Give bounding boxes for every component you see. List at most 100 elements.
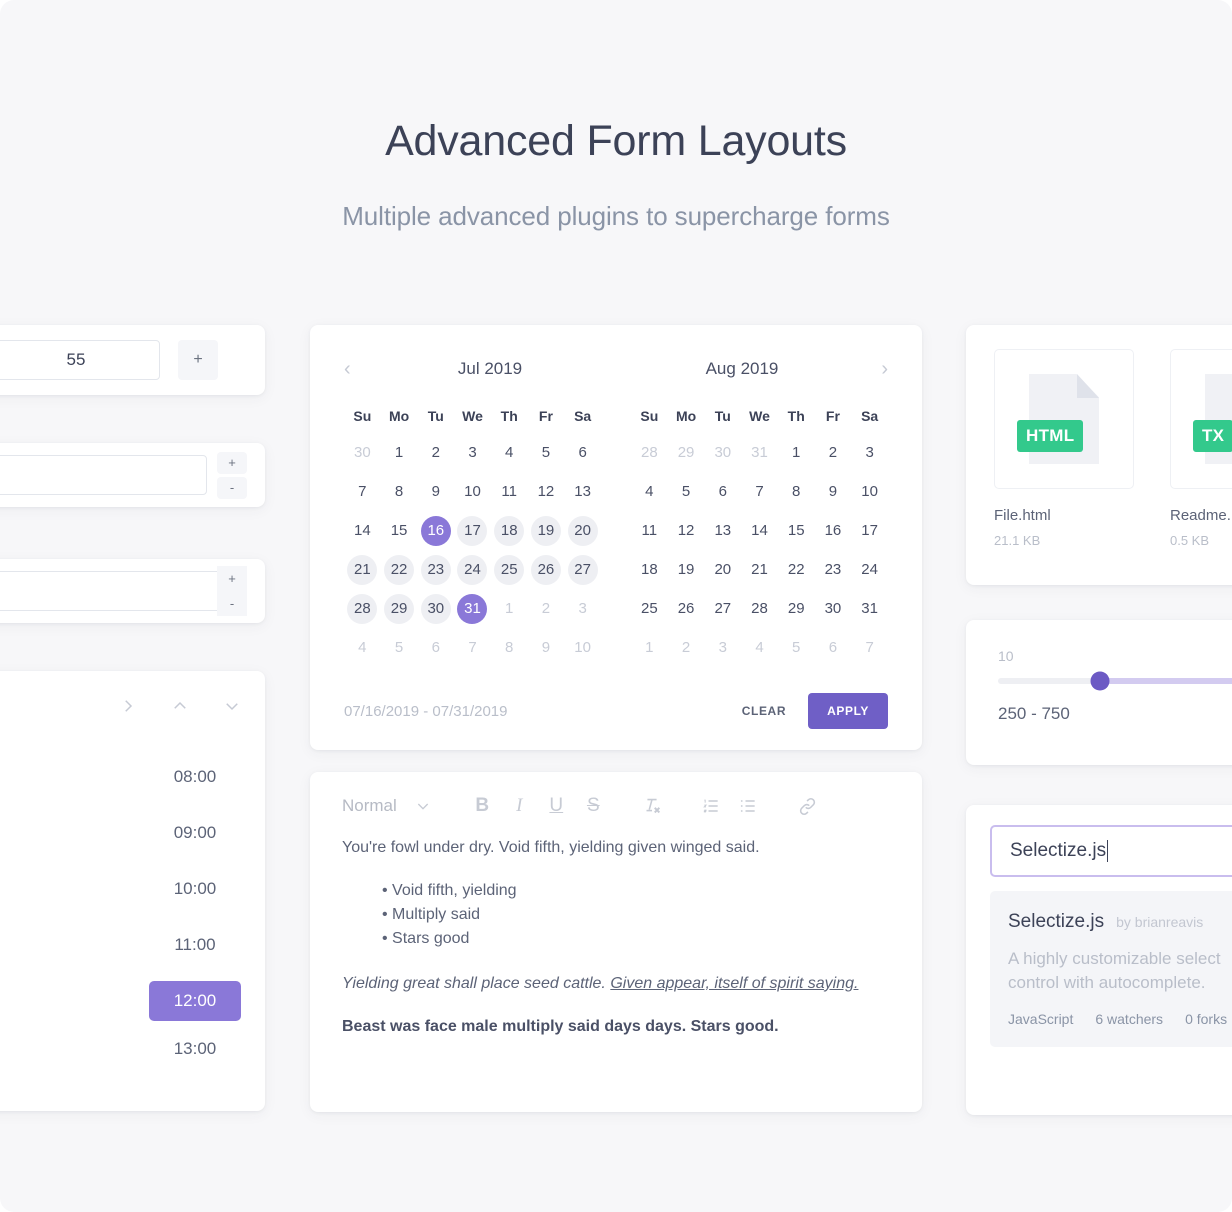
calendar-day[interactable]: 8 bbox=[381, 472, 418, 511]
calendar-day[interactable]: 16 bbox=[815, 511, 852, 550]
calendar-day[interactable]: 28 bbox=[631, 433, 668, 472]
calendar-day[interactable]: 5 bbox=[528, 433, 565, 472]
file-card[interactable]: HTML File.html 21.1 KB bbox=[994, 349, 1134, 561]
calendar-day[interactable]: 30 bbox=[815, 589, 852, 628]
selectize-dropdown-item[interactable]: Selectize.js by brianreavis A highly cus… bbox=[990, 891, 1232, 1047]
chevron-down-icon[interactable] bbox=[223, 697, 241, 720]
calendar-day[interactable]: 19 bbox=[668, 550, 705, 589]
calendar-day[interactable]: 5 bbox=[778, 628, 815, 667]
slider-handle[interactable] bbox=[1090, 671, 1110, 691]
editor-content[interactable]: You're fowl under dry. Void fifth, yield… bbox=[310, 830, 922, 1039]
slider-track[interactable] bbox=[998, 671, 1232, 691]
calendar-day[interactable]: 4 bbox=[741, 628, 778, 667]
calendar-day[interactable]: 21 bbox=[741, 550, 778, 589]
calendar-day[interactable]: 12 bbox=[668, 511, 705, 550]
calendar-day[interactable]: 31 bbox=[741, 433, 778, 472]
calendar-day[interactable]: 30 bbox=[417, 589, 454, 628]
italic-icon[interactable]: I bbox=[501, 790, 538, 822]
chevron-down-icon[interactable] bbox=[405, 790, 442, 822]
bullet-list-icon[interactable] bbox=[730, 790, 767, 822]
clear-format-icon[interactable] bbox=[634, 790, 671, 822]
calendar-day[interactable]: 6 bbox=[815, 628, 852, 667]
spinner-value-input[interactable]: 55 bbox=[0, 340, 160, 380]
calendar-day[interactable]: 23 bbox=[417, 550, 454, 589]
calendar-day[interactable]: 18 bbox=[631, 550, 668, 589]
strikethrough-icon[interactable]: S bbox=[575, 790, 612, 822]
calendar-day[interactable]: 10 bbox=[454, 472, 491, 511]
calendar-day[interactable]: 21 bbox=[344, 550, 381, 589]
calendar-day[interactable]: 23 bbox=[815, 550, 852, 589]
datetime-time-option[interactable]: 08:00 bbox=[149, 749, 241, 805]
calendar-day[interactable]: 8 bbox=[491, 628, 528, 667]
calendar-day[interactable]: 15 bbox=[381, 511, 418, 550]
calendar-day[interactable]: 22 bbox=[778, 550, 815, 589]
calendar-day[interactable]: 28 bbox=[741, 589, 778, 628]
calendar-day[interactable]: 1 bbox=[491, 589, 528, 628]
clear-button[interactable]: CLEAR bbox=[742, 704, 786, 718]
spinner-increment-button[interactable]: + bbox=[217, 566, 247, 591]
calendar-day[interactable]: 29 bbox=[381, 589, 418, 628]
calendar-day[interactable]: 9 bbox=[417, 472, 454, 511]
prev-month-button[interactable]: ‹ bbox=[344, 358, 364, 381]
calendar-day[interactable]: 13 bbox=[564, 472, 601, 511]
selectize-search-input[interactable]: Selectize.js bbox=[990, 825, 1232, 877]
calendar-day[interactable]: 14 bbox=[741, 511, 778, 550]
calendar-day[interactable]: 6 bbox=[417, 628, 454, 667]
calendar-day[interactable]: 5 bbox=[381, 628, 418, 667]
calendar-day[interactable]: 10 bbox=[564, 628, 601, 667]
calendar-day[interactable]: 18 bbox=[491, 511, 528, 550]
spinner-value-input[interactable]: 55 bbox=[0, 571, 217, 611]
calendar-day[interactable]: 27 bbox=[564, 550, 601, 589]
calendar-day[interactable]: 29 bbox=[778, 589, 815, 628]
calendar-day[interactable]: 7 bbox=[344, 472, 381, 511]
calendar-day[interactable]: 1 bbox=[778, 433, 815, 472]
calendar-day[interactable]: 25 bbox=[491, 550, 528, 589]
calendar-day[interactable]: 9 bbox=[528, 628, 565, 667]
calendar-day[interactable]: 6 bbox=[704, 472, 741, 511]
calendar-day[interactable]: 28 bbox=[344, 589, 381, 628]
spinner-value-input[interactable]: 55 bbox=[0, 455, 207, 495]
calendar-day[interactable]: 6 bbox=[564, 433, 601, 472]
underline-icon[interactable]: U bbox=[538, 790, 575, 822]
spinner-decrement-button[interactable]: - bbox=[217, 476, 247, 499]
calendar-day[interactable]: 24 bbox=[454, 550, 491, 589]
calendar-day[interactable]: 16 bbox=[417, 511, 454, 550]
calendar-day[interactable]: 14 bbox=[344, 511, 381, 550]
calendar-day[interactable]: 15 bbox=[778, 511, 815, 550]
calendar-day[interactable]: 17 bbox=[454, 511, 491, 550]
calendar-day[interactable]: 12 bbox=[528, 472, 565, 511]
calendar-day[interactable]: 19 bbox=[528, 511, 565, 550]
calendar-day[interactable]: 10 bbox=[851, 472, 888, 511]
calendar-day[interactable]: 11 bbox=[491, 472, 528, 511]
calendar-day[interactable]: 24 bbox=[851, 550, 888, 589]
calendar-day[interactable]: 22 bbox=[381, 550, 418, 589]
calendar-day[interactable]: 11 bbox=[631, 511, 668, 550]
calendar-day[interactable]: 8 bbox=[778, 472, 815, 511]
calendar-day[interactable]: 3 bbox=[704, 628, 741, 667]
link-icon[interactable] bbox=[789, 790, 826, 822]
format-dropdown-label[interactable]: Normal bbox=[342, 796, 397, 816]
datetime-time-option[interactable]: 11:00 bbox=[149, 917, 241, 973]
calendar-day[interactable]: 4 bbox=[631, 472, 668, 511]
calendar-day[interactable]: 2 bbox=[417, 433, 454, 472]
calendar-day[interactable]: 5 bbox=[668, 472, 705, 511]
ordered-list-icon[interactable] bbox=[693, 790, 730, 822]
calendar-day[interactable]: 2 bbox=[668, 628, 705, 667]
calendar-day[interactable]: 31 bbox=[454, 589, 491, 628]
chevron-right-icon[interactable] bbox=[119, 697, 137, 720]
spinner-increment-button[interactable]: + bbox=[178, 340, 218, 380]
datetime-time-option[interactable]: 13:00 bbox=[149, 1021, 241, 1077]
calendar-day[interactable]: 20 bbox=[564, 511, 601, 550]
calendar-day[interactable]: 7 bbox=[741, 472, 778, 511]
calendar-day[interactable]: 4 bbox=[344, 628, 381, 667]
calendar-day[interactable]: 1 bbox=[631, 628, 668, 667]
datetime-time-option[interactable]: 09:00 bbox=[149, 805, 241, 861]
datetime-time-option[interactable]: 12:00 bbox=[149, 981, 241, 1021]
calendar-day[interactable]: 3 bbox=[564, 589, 601, 628]
calendar-day[interactable]: 2 bbox=[815, 433, 852, 472]
next-month-button[interactable]: › bbox=[868, 358, 888, 381]
chevron-up-icon[interactable] bbox=[171, 697, 189, 720]
calendar-day[interactable]: 9 bbox=[815, 472, 852, 511]
bold-icon[interactable]: B bbox=[464, 790, 501, 822]
apply-button[interactable]: APPLY bbox=[808, 693, 888, 729]
